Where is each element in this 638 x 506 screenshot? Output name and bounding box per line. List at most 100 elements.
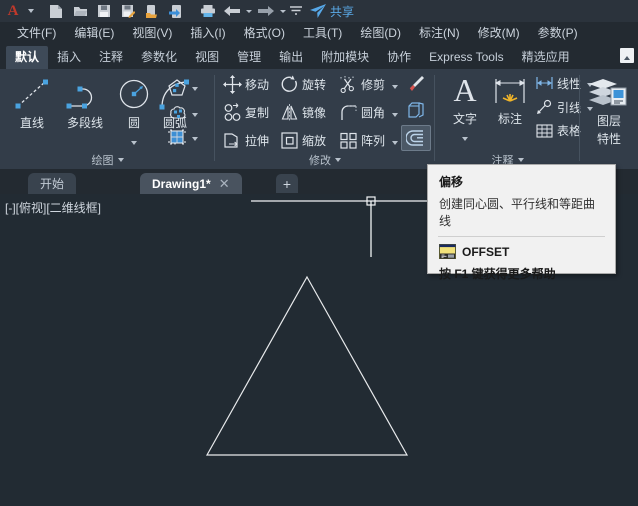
- modify-fillet-label: 圆角: [361, 106, 386, 120]
- ribbon-tab-parametric[interactable]: 参数化: [132, 46, 186, 69]
- ribbon-tab-featured-apps[interactable]: 精选应用: [513, 46, 579, 69]
- redo-button[interactable]: [254, 0, 278, 22]
- modify-trim-label: 修剪: [361, 78, 386, 92]
- title-bar: A 共享: [0, 0, 638, 22]
- modify-panel-title: 修改: [309, 155, 331, 167]
- modify-rotate-button[interactable]: 旋转: [280, 75, 326, 94]
- cad-application-window: A 共享 文件(F) 编辑(E) 视图(V) 插入(I) 格式(O) 工具(T)…: [0, 0, 638, 506]
- ribbon-tab-collaborate[interactable]: 协作: [378, 46, 420, 69]
- modify-fillet-button[interactable]: 圆角: [339, 103, 399, 122]
- line-icon: [12, 75, 52, 113]
- tooltip-command-name: OFFSET: [462, 244, 510, 259]
- save-button[interactable]: [92, 0, 116, 22]
- ribbon-tab-addins[interactable]: 附加模块: [312, 46, 378, 69]
- stretch-icon: [223, 131, 242, 150]
- customize-qat-button[interactable]: [288, 0, 304, 22]
- new-drawing-tab-button[interactable]: +: [276, 174, 298, 193]
- modify-explode-button[interactable]: [405, 100, 427, 120]
- open-file-button[interactable]: [68, 0, 92, 22]
- modify-array-button[interactable]: 阵列: [339, 131, 399, 150]
- ribbon-tab-annotate[interactable]: 注释: [90, 46, 132, 69]
- ribbon-tab-output[interactable]: 输出: [270, 46, 312, 69]
- draw-polygon-chevron-down-icon[interactable]: [192, 78, 198, 96]
- annotate-dimension-label: 标注: [497, 112, 522, 126]
- modify-scale-button[interactable]: 缩放: [280, 131, 326, 150]
- draw-hatch-chevron-down-icon[interactable]: [192, 128, 198, 146]
- hatch-icon: [166, 127, 188, 147]
- draw-revcloud-button[interactable]: [166, 103, 198, 123]
- menu-item-tools[interactable]: 工具(T): [294, 22, 351, 44]
- undo-chevron-down-icon[interactable]: [244, 0, 254, 22]
- dimension-icon: [491, 73, 529, 109]
- menu-item-modify[interactable]: 修改(M): [469, 22, 529, 44]
- share-button[interactable]: 共享: [304, 0, 354, 22]
- undo-button[interactable]: [220, 0, 244, 22]
- ribbon-panel-annotation: A 文字 标注 线性 引线 表格 注释: [435, 69, 594, 169]
- modify-trim-button[interactable]: 修剪: [339, 75, 399, 94]
- modify-move-button[interactable]: 移动: [223, 75, 269, 94]
- ribbon-tab-insert[interactable]: 插入: [48, 46, 90, 69]
- modify-array-chevron-down-icon[interactable]: [392, 132, 399, 150]
- annotate-text-button[interactable]: A 文字: [443, 73, 487, 146]
- annotate-dimension-button[interactable]: 标注: [487, 73, 533, 127]
- annotate-text-chevron-down-icon[interactable]: [462, 128, 468, 146]
- close-icon[interactable]: ✕: [219, 176, 230, 192]
- menu-item-parametric[interactable]: 参数(P): [529, 22, 587, 44]
- ribbon-collapse-button[interactable]: [620, 48, 634, 63]
- modify-trim-chevron-down-icon[interactable]: [392, 76, 399, 94]
- draw-revcloud-chevron-down-icon[interactable]: [192, 104, 198, 122]
- save-to-cloud-icon: [169, 4, 183, 19]
- tooltip-title: 偏移: [439, 175, 464, 189]
- table-icon: [535, 123, 554, 139]
- offset-icon: [406, 129, 426, 147]
- plot-button[interactable]: [196, 0, 220, 22]
- modify-match-properties-button[interactable]: [405, 74, 425, 94]
- save-to-cloud-button[interactable]: [164, 0, 188, 22]
- layer-properties-button[interactable]: 图层 特性: [586, 75, 632, 147]
- annotate-table-button[interactable]: 表格: [535, 122, 581, 139]
- menu-item-format[interactable]: 格式(O): [235, 22, 294, 44]
- menu-item-insert[interactable]: 插入(I): [181, 22, 234, 44]
- tooltip-help-hint: 按 F1 键获得更多帮助: [439, 267, 556, 281]
- draw-circle-button[interactable]: 圆: [114, 75, 154, 150]
- ribbon-tab-bar: 默认 插入 注释 参数化 视图 管理 输出 附加模块 协作 Express To…: [0, 44, 638, 69]
- draw-circle-chevron-down-icon[interactable]: [131, 132, 137, 150]
- document-tab-drawing1-label: Drawing1*: [152, 176, 211, 191]
- modify-offset-button[interactable]: [401, 125, 431, 151]
- ribbon-tab-home[interactable]: 默认: [6, 46, 49, 69]
- new-file-button[interactable]: [44, 0, 68, 22]
- redo-chevron-down-icon[interactable]: [278, 0, 288, 22]
- modify-copy-button[interactable]: 复制: [223, 103, 269, 122]
- ribbon-tab-manage[interactable]: 管理: [228, 46, 270, 69]
- autocad-a-logo[interactable]: A: [0, 0, 26, 22]
- draw-line-button[interactable]: 直线: [8, 75, 56, 131]
- menu-item-edit[interactable]: 编辑(E): [65, 22, 123, 44]
- modify-panel-title-bar[interactable]: 修改: [215, 152, 435, 168]
- draw-panel-chevron-down-icon: [117, 158, 124, 162]
- open-from-cloud-button[interactable]: [140, 0, 164, 22]
- menu-item-file[interactable]: 文件(F): [8, 22, 65, 44]
- trim-icon: [339, 75, 358, 94]
- modify-panel-chevron-down-icon: [335, 158, 341, 162]
- modify-fillet-chevron-down-icon[interactable]: [392, 104, 399, 122]
- draw-polygon-button[interactable]: [166, 77, 198, 97]
- save-disk-icon: [97, 4, 111, 18]
- draw-polyline-button[interactable]: 多段线: [56, 75, 114, 131]
- draw-hatch-button[interactable]: [166, 127, 198, 147]
- leader-icon: [535, 99, 554, 115]
- undo-arrow-icon: [224, 5, 240, 17]
- save-as-button[interactable]: [116, 0, 140, 22]
- modify-mirror-button[interactable]: 镜像: [280, 103, 326, 122]
- modify-stretch-button[interactable]: 拉伸: [223, 131, 269, 150]
- menu-item-dimension[interactable]: 标注(N): [410, 22, 469, 44]
- menu-item-view[interactable]: 视图(V): [123, 22, 181, 44]
- document-tab-start[interactable]: 开始: [28, 173, 77, 194]
- ribbon-tab-express-tools[interactable]: Express Tools: [420, 46, 512, 69]
- ribbon-panel-draw: 直线 多段线 圆 圆弧 绘图: [0, 69, 215, 169]
- document-tab-drawing1[interactable]: Drawing1* ✕: [140, 173, 242, 194]
- draw-panel-title-bar[interactable]: 绘图: [0, 152, 215, 168]
- offset-command-tooltip: 偏移 创建同心圆、平行线和等距曲线 OFFSET 按 F1 键获得更多帮助: [427, 164, 616, 281]
- app-menu-chevron-down-icon[interactable]: [26, 0, 36, 22]
- menu-item-draw[interactable]: 绘图(D): [351, 22, 410, 44]
- ribbon-tab-view[interactable]: 视图: [186, 46, 228, 69]
